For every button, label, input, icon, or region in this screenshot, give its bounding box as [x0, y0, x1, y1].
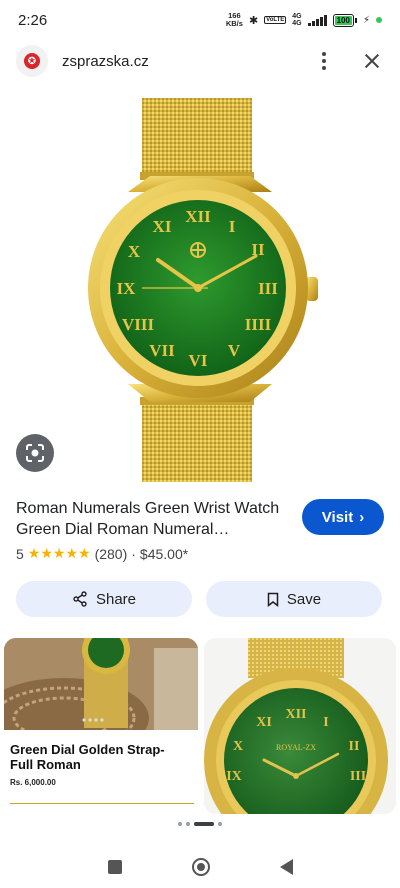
- source-domain[interactable]: zsprazska.cz: [62, 53, 149, 70]
- visit-button-label: Visit: [321, 508, 354, 526]
- svg-text:VII: VII: [149, 341, 175, 360]
- svg-text:XII: XII: [185, 207, 211, 226]
- recents-button[interactable]: [107, 859, 122, 874]
- home-button[interactable]: [191, 857, 210, 876]
- review-count: (280): [94, 545, 128, 562]
- product-title[interactable]: Roman Numerals Green Wrist Watch Green D…: [16, 498, 296, 540]
- related-card-2[interactable]: XII I XI II X III IX ROYAL-ZX: [204, 638, 396, 814]
- svg-text:IX: IX: [117, 279, 137, 298]
- share-button[interactable]: Share: [16, 581, 192, 617]
- related-card-1-title: Green Dial Golden Strap- Full Roman: [10, 742, 165, 772]
- status-time: 2:26: [18, 11, 48, 29]
- save-label: Save: [286, 590, 322, 608]
- related-card-1-price: Rs. 6,000.00: [10, 778, 56, 787]
- signal-icon: [307, 14, 327, 26]
- network-speed: 166 KB/s: [226, 12, 243, 28]
- network-sub-label: 4G: [292, 20, 302, 27]
- visit-button[interactable]: Visit ›: [302, 499, 384, 535]
- battery-icon: 100: [332, 13, 357, 27]
- related-card-1-image: [4, 638, 198, 758]
- more-options-button[interactable]: [312, 49, 336, 73]
- related-card-2-brand: ROYAL-ZX: [276, 743, 316, 752]
- svg-text:IIII: IIII: [245, 315, 272, 334]
- lens-icon: [26, 444, 44, 462]
- privacy-dot-icon: [376, 17, 382, 23]
- product-image[interactable]: XII I II III IIII V VI VII VIII IX X XI: [80, 92, 320, 484]
- rating-value: 5: [16, 545, 24, 562]
- bluetooth-icon: ✱: [248, 14, 259, 27]
- svg-text:III: III: [258, 279, 278, 298]
- network-speed-unit: KB/s: [225, 19, 243, 28]
- bookmark-icon: [267, 592, 279, 607]
- svg-text:I: I: [323, 715, 328, 730]
- share-icon: [73, 591, 87, 607]
- related-card-1[interactable]: Green Dial Golden Strap- Full Roman Rs. …: [4, 638, 198, 814]
- source-header: ✪ zsprazska.cz: [0, 40, 400, 82]
- status-bar: 2:26 166 KB/s ✱ VoLTE 4G 4G 100 ⚡: [0, 0, 400, 40]
- volte-icon: VoLTE: [264, 16, 287, 24]
- close-button[interactable]: [360, 49, 384, 73]
- svg-text:I: I: [229, 217, 236, 236]
- network-type-label: 4G: [292, 13, 302, 20]
- card-divider: [10, 802, 194, 804]
- separator-dot: ·: [131, 545, 136, 562]
- svg-text:X: X: [128, 242, 141, 261]
- chevron-right-icon: ›: [359, 508, 365, 526]
- network-type: 4G 4G: [292, 13, 301, 27]
- system-nav-bar: [0, 845, 400, 888]
- svg-text:XI: XI: [256, 715, 272, 730]
- svg-text:V: V: [228, 341, 241, 360]
- save-button[interactable]: Save: [206, 581, 382, 617]
- svg-text:VIII: VIII: [122, 315, 155, 334]
- carousel-pager: [0, 822, 400, 826]
- product-price: $45.00*: [139, 545, 189, 562]
- status-icons: 166 KB/s ✱ VoLTE 4G 4G 100 ⚡: [226, 12, 382, 28]
- svg-text:XII: XII: [285, 707, 306, 722]
- share-label: Share: [95, 590, 137, 608]
- google-lens-button[interactable]: [16, 434, 54, 472]
- svg-text:XI: XI: [153, 217, 172, 236]
- svg-text:IX: IX: [226, 769, 242, 784]
- site-favicon[interactable]: ✪: [16, 45, 48, 77]
- svg-text:VI: VI: [189, 351, 208, 370]
- battery-level: 100: [334, 15, 352, 25]
- charging-icon: ⚡: [362, 14, 370, 26]
- svg-text:II: II: [349, 739, 360, 754]
- back-button[interactable]: [279, 858, 293, 875]
- site-logo-icon: ✪: [24, 53, 40, 69]
- star-rating-icon: ★★★★★: [27, 545, 91, 561]
- rating-row: 5 ★★★★★ (280) · $45.00*: [16, 545, 188, 562]
- svg-text:III: III: [350, 769, 366, 784]
- svg-text:X: X: [233, 739, 243, 754]
